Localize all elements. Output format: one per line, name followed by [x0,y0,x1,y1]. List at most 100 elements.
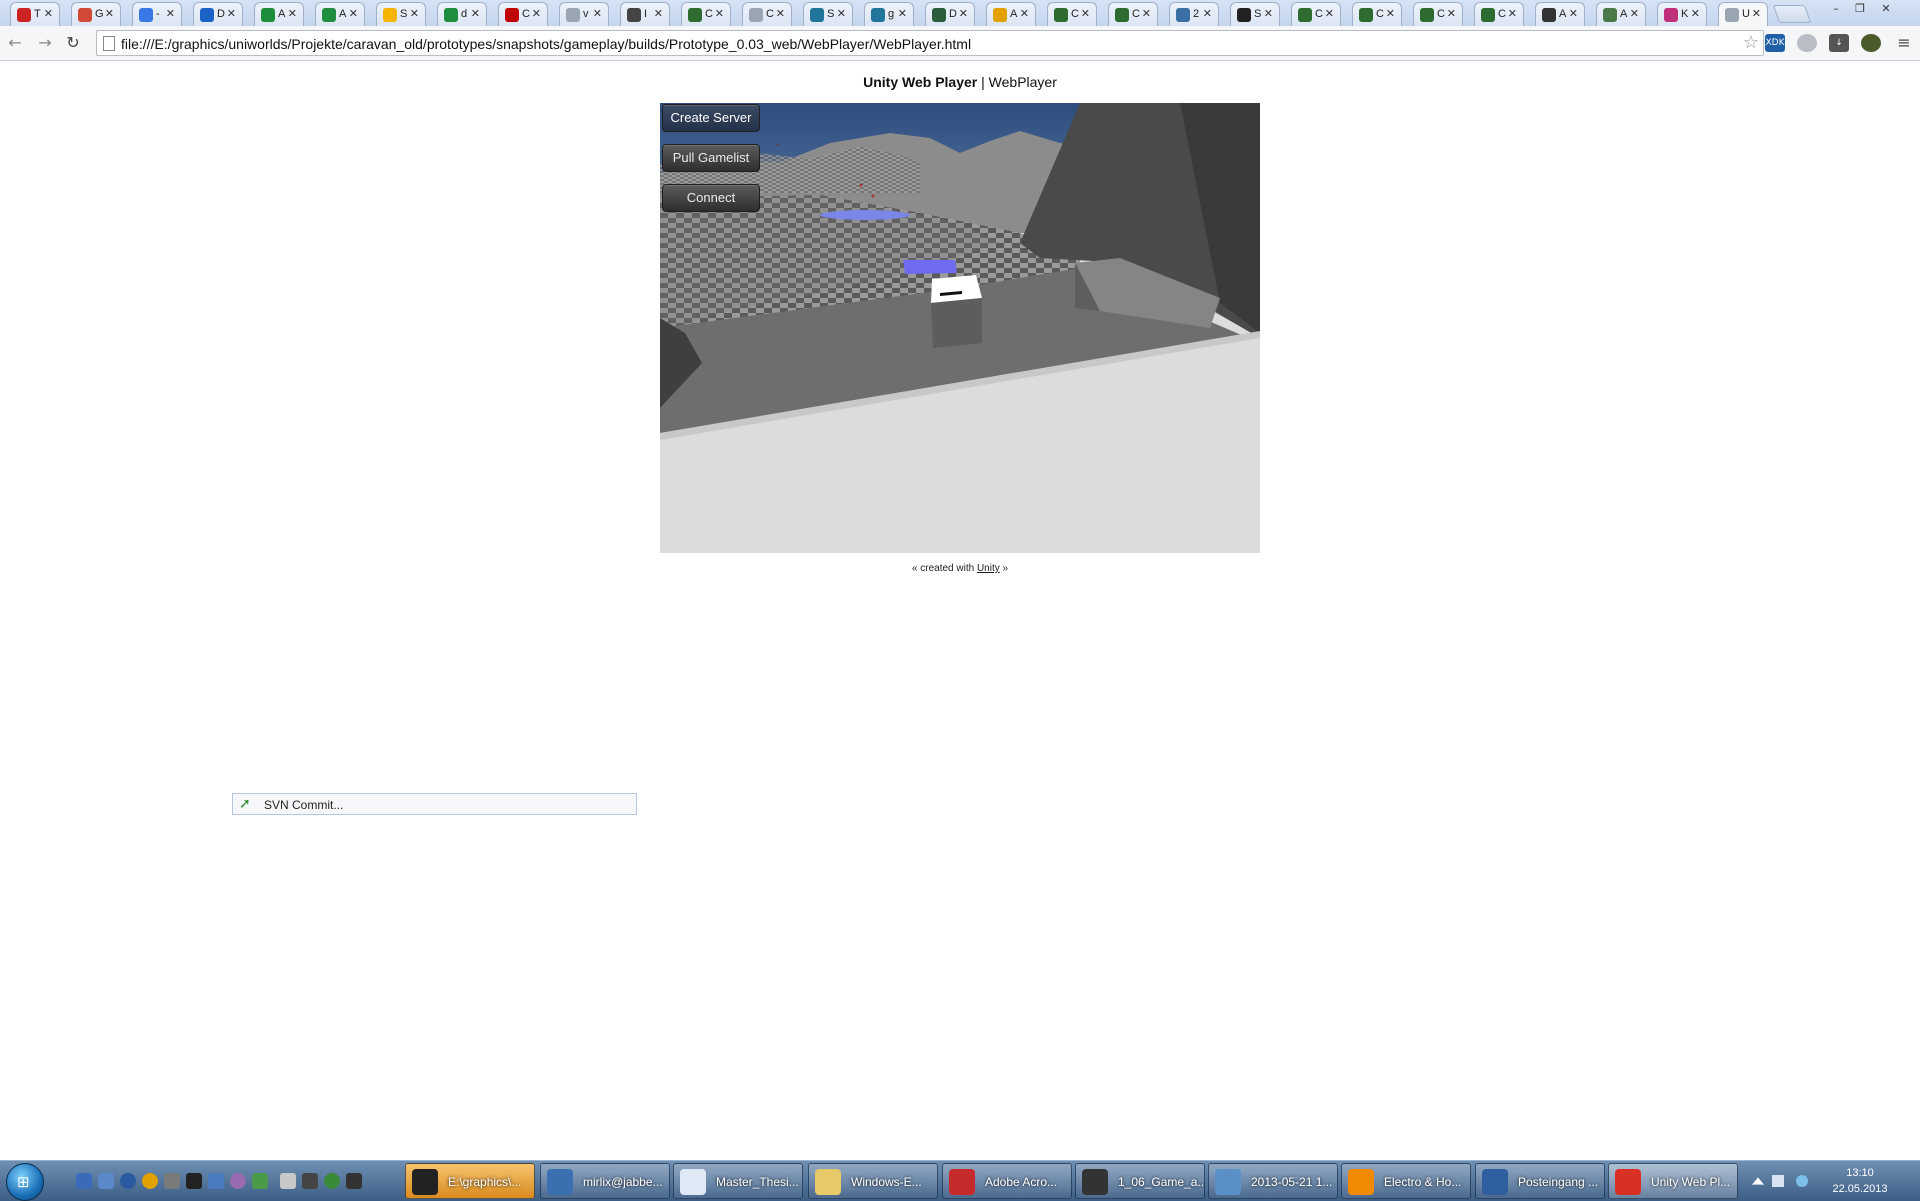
taskbar-item[interactable]: E:\graphics\... [405,1163,535,1199]
quicklaunch-tool-icon[interactable] [164,1173,180,1189]
quicklaunch-mail-icon[interactable] [280,1173,296,1189]
taskbar-item[interactable]: Electro & Ho... [1341,1163,1471,1199]
browser-tab[interactable]: C ✕ [1413,2,1463,26]
close-tab-icon[interactable]: ✕ [654,7,663,20]
close-tab-icon[interactable]: ✕ [1447,7,1456,20]
forward-arrow-icon[interactable]: → [34,32,56,54]
browser-tab[interactable]: C ✕ [1291,2,1341,26]
close-tab-icon[interactable]: ✕ [349,7,358,20]
quicklaunch-xyplorer-icon[interactable] [186,1173,202,1189]
new-tab-button[interactable] [1772,5,1812,23]
browser-tab[interactable]: T ✕ [10,2,60,26]
close-tab-icon[interactable]: ✕ [1752,7,1761,20]
browser-tab[interactable]: - ✕ [132,2,182,26]
tray-expand-icon[interactable] [1752,1177,1764,1185]
browser-tab[interactable]: S ✕ [376,2,426,26]
pull-gamelist-button[interactable]: Pull Gamelist [662,144,760,172]
quicklaunch-notes-icon[interactable] [252,1173,268,1189]
close-tab-icon[interactable]: ✕ [1142,7,1151,20]
browser-tab[interactable]: S ✕ [803,2,853,26]
create-server-button[interactable]: Create Server [662,104,760,132]
quicklaunch-app-icon[interactable] [230,1173,246,1189]
close-tab-icon[interactable]: ✕ [44,7,53,20]
close-tab-icon[interactable]: ✕ [837,7,846,20]
browser-tab[interactable]: G ✕ [71,2,121,26]
quicklaunch-green-icon[interactable] [324,1173,340,1189]
close-tab-icon[interactable]: ✕ [166,7,175,20]
close-tab-icon[interactable]: ✕ [1691,7,1700,20]
browser-tab[interactable]: C ✕ [1108,2,1158,26]
download-extension-icon[interactable]: ↓ [1829,34,1849,52]
address-bar[interactable]: file:///E:/graphics/uniworlds/Projekte/c… [96,30,1764,56]
close-tab-icon[interactable]: ✕ [715,7,724,20]
quicklaunch-game-icon[interactable] [302,1173,318,1189]
extension-circle-icon[interactable] [1797,34,1817,52]
browser-tab[interactable]: C ✕ [1352,2,1402,26]
restore-icon[interactable]: ❐ [1850,2,1870,16]
close-tab-icon[interactable]: ✕ [410,7,419,20]
reload-icon[interactable]: ↻ [62,32,84,54]
close-tab-icon[interactable]: ✕ [227,7,236,20]
browser-tab[interactable]: A ✕ [254,2,304,26]
browser-tab[interactable]: U ✕ [1718,2,1768,26]
close-tab-icon[interactable]: ✕ [471,7,480,20]
browser-tab[interactable]: D ✕ [925,2,975,26]
browser-tab[interactable]: A ✕ [1596,2,1646,26]
xdk-extension-icon[interactable]: XDK [1765,34,1785,52]
close-tab-icon[interactable]: ✕ [1264,7,1273,20]
quicklaunch-explorer-icon[interactable] [98,1173,114,1189]
taskbar-item[interactable]: mirlix@jabbe... [540,1163,670,1199]
close-tab-icon[interactable]: ✕ [1630,7,1639,20]
taskbar-item[interactable]: 1_06_Game_a... [1075,1163,1205,1199]
close-tab-icon[interactable]: ✕ [776,7,785,20]
bookmark-star-icon[interactable]: ☆ [1743,32,1759,53]
tray-clock[interactable]: 13:10 22.05.2013 [1825,1165,1895,1197]
close-tab-icon[interactable]: ✕ [1325,7,1334,20]
quicklaunch-unity-icon[interactable] [346,1173,362,1189]
quicklaunch-jabber-icon[interactable] [208,1173,224,1189]
browser-tab[interactable]: C ✕ [742,2,792,26]
taskbar-item[interactable]: Unity Web Pl... [1608,1163,1738,1199]
browser-tab[interactable]: S ✕ [1230,2,1280,26]
browser-tab[interactable]: C ✕ [1047,2,1097,26]
close-window-icon[interactable]: ✕ [1876,2,1896,16]
close-tab-icon[interactable]: ✕ [532,7,541,20]
connect-button[interactable]: Connect [662,184,760,212]
tray-network-icon[interactable] [1772,1175,1784,1187]
menu-icon[interactable]: ≡ [1894,34,1914,52]
browser-tab[interactable]: C ✕ [681,2,731,26]
back-arrow-icon[interactable]: ← [4,32,26,54]
taskbar-item[interactable]: Windows-E... [808,1163,938,1199]
taskbar-item[interactable]: Posteingang ... [1475,1163,1605,1199]
minimize-icon[interactable]: – [1826,2,1846,16]
globe-extension-icon[interactable] [1861,34,1881,52]
browser-tab[interactable]: A ✕ [1535,2,1585,26]
close-tab-icon[interactable]: ✕ [288,7,297,20]
start-button[interactable]: ⊞ [6,1163,44,1201]
unity-link[interactable]: Unity [977,563,1000,574]
taskbar-item[interactable]: Adobe Acro... [942,1163,1072,1199]
unity-player-canvas[interactable]: Create Server Pull Gamelist Connect [660,103,1260,553]
tray-volume-icon[interactable] [1796,1175,1808,1187]
close-tab-icon[interactable]: ✕ [959,7,968,20]
quicklaunch-chrome-icon[interactable] [142,1173,158,1189]
taskbar-item[interactable]: Master_Thesi... [673,1163,803,1199]
browser-tab[interactable]: A ✕ [986,2,1036,26]
browser-tab[interactable]: C ✕ [1474,2,1524,26]
close-tab-icon[interactable]: ✕ [1508,7,1517,20]
browser-tab[interactable]: d ✕ [437,2,487,26]
close-tab-icon[interactable]: ✕ [1081,7,1090,20]
svn-commit-popup[interactable]: ➚ SVN Commit... [232,793,637,815]
browser-tab[interactable]: D ✕ [193,2,243,26]
url-text[interactable]: file:///E:/graphics/uniworlds/Projekte/c… [121,36,971,52]
browser-tab[interactable]: 2 ✕ [1169,2,1219,26]
close-tab-icon[interactable]: ✕ [1020,7,1029,20]
browser-tab[interactable]: K ✕ [1657,2,1707,26]
close-tab-icon[interactable]: ✕ [593,7,602,20]
close-tab-icon[interactable]: ✕ [898,7,907,20]
quicklaunch-ie-icon[interactable] [120,1173,136,1189]
close-tab-icon[interactable]: ✕ [1386,7,1395,20]
browser-tab[interactable]: I ✕ [620,2,670,26]
show-desktop-icon[interactable] [76,1173,92,1189]
taskbar-item[interactable]: 2013-05-21 1... [1208,1163,1338,1199]
